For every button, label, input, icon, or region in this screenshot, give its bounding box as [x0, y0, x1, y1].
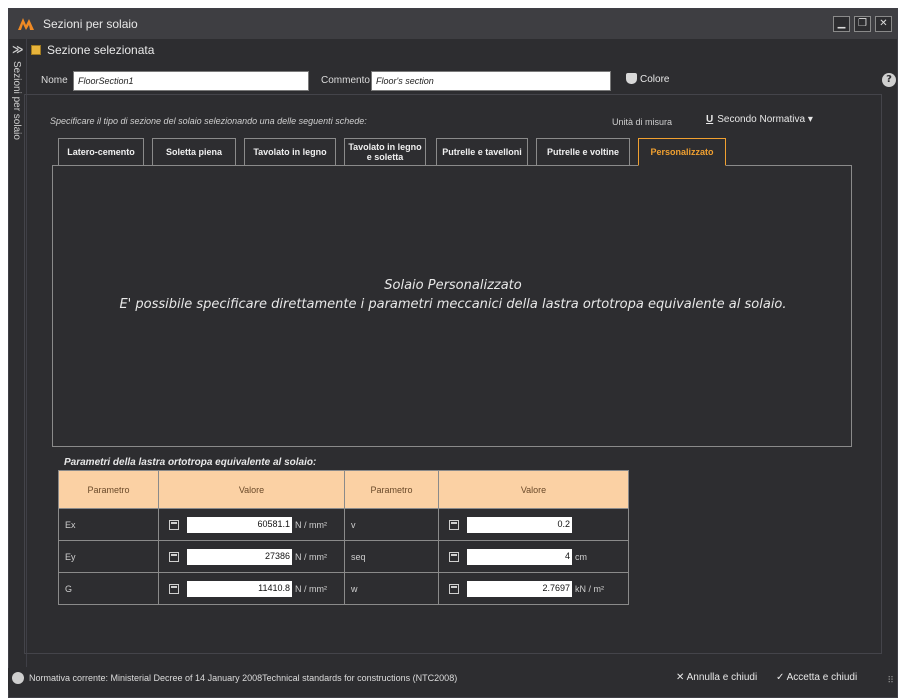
chevron-down-icon: ▾	[807, 114, 813, 125]
section-title: Sezione selezionata	[47, 43, 155, 57]
comment-input[interactable]: Floor's section	[371, 71, 611, 91]
tab-soletta-piena[interactable]: Soletta piena	[152, 138, 236, 166]
unit-label: cm	[575, 551, 587, 562]
value-input[interactable]: 27386	[187, 548, 292, 565]
param-name: Ex	[58, 508, 159, 541]
param-header: Parametro	[344, 470, 439, 509]
calculator-icon[interactable]	[449, 519, 459, 530]
param-name: v	[344, 508, 439, 541]
unit-label: N / mm²	[295, 583, 327, 594]
calculator-icon[interactable]	[449, 583, 459, 594]
status-regulation-text: Normativa corrente: Ministerial Decree o…	[29, 673, 458, 683]
custom-floor-description: E' possibile specificare direttamente i …	[119, 297, 787, 312]
window-title: Sezioni per solaio	[43, 17, 138, 31]
units-dropdown[interactable]: U Secondo Normativa ▾	[706, 114, 813, 125]
name-input[interactable]: FloorSection1	[73, 71, 309, 91]
resize-grip-icon[interactable]: ⠿	[887, 676, 894, 686]
tab-tavolato-legno[interactable]: Tavolato in legno	[244, 138, 336, 166]
table-row: Ey 27386 N / mm² seq 4 cm	[58, 540, 629, 573]
value-input[interactable]: 2.7697	[467, 580, 572, 597]
name-label: Nome	[41, 75, 68, 86]
value-cell: 2.7697 kN / m²	[438, 572, 629, 605]
help-icon[interactable]: ?	[882, 73, 896, 87]
units-label: Unità di misura	[612, 117, 673, 127]
unit-label: kN / m²	[575, 583, 604, 594]
value-cell: 0.2	[438, 508, 629, 541]
value-input[interactable]: 4	[467, 548, 572, 565]
param-name: Ey	[58, 540, 159, 573]
tab-putrelle-voltine[interactable]: Putrelle e voltine	[536, 138, 630, 166]
tab-personalizzato[interactable]: Personalizzato	[638, 138, 726, 166]
regulation-icon	[12, 672, 24, 684]
value-cell: 60581.1 N / mm²	[158, 508, 345, 541]
app-logo-icon	[18, 18, 34, 30]
units-icon: U	[706, 114, 714, 125]
tab-latero-cemento[interactable]: Latero-cemento	[58, 138, 144, 166]
accept-close-button[interactable]: ✓ Accetta e chiudi	[776, 672, 857, 683]
calculator-icon[interactable]	[169, 519, 179, 530]
status-bar: Normativa corrente: Ministerial Decree o…	[8, 668, 896, 690]
param-name: seq	[344, 540, 439, 573]
color-label: Colore	[640, 74, 670, 85]
value-header: Valore	[438, 470, 629, 509]
color-button[interactable]: Colore	[626, 73, 669, 85]
unit-label: N / mm²	[295, 551, 327, 562]
param-name: G	[58, 572, 159, 605]
param-name: w	[344, 572, 439, 605]
tab-tavolato-legno-soletta[interactable]: Tavolato in legno e soletta	[344, 138, 426, 166]
cancel-close-button[interactable]: ✕ Annulla e chiudi	[676, 672, 757, 683]
unit-label: N / mm²	[295, 519, 327, 530]
instructions-text: Specificare il tipo di sezione del solai…	[50, 116, 367, 126]
value-input[interactable]: 11410.8	[187, 580, 292, 597]
section-icon	[31, 45, 41, 55]
value-cell: 27386 N / mm²	[158, 540, 345, 573]
close-button[interactable]: ✕	[875, 16, 892, 32]
value-cell: 4 cm	[438, 540, 629, 573]
params-table: Parametro Valore Parametro Valore Ex 605…	[58, 470, 629, 605]
calculator-icon[interactable]	[449, 551, 459, 562]
minimize-button[interactable]: ▁	[833, 16, 850, 32]
value-header: Valore	[158, 470, 345, 509]
comment-label: Commento	[321, 75, 370, 86]
custom-floor-title: Solaio Personalizzato	[384, 278, 522, 293]
params-header-row: Parametro Valore Parametro Valore	[58, 470, 629, 509]
title-bar: Sezioni per solaio ▁ ❐ ✕	[9, 9, 897, 39]
value-input[interactable]: 0.2	[467, 516, 572, 533]
units-value: Secondo Normativa	[717, 114, 806, 125]
table-row: G 11410.8 N / mm² w 2.7697 kN / m²	[58, 572, 629, 605]
sidebar-label[interactable]: Sezioni per solaio	[11, 61, 22, 140]
calculator-icon[interactable]	[169, 583, 179, 594]
tab-content-personalizzato: Solaio Personalizzato E' possibile speci…	[52, 165, 852, 447]
restore-button[interactable]: ❐	[854, 16, 871, 32]
calculator-icon[interactable]	[169, 551, 179, 562]
value-input[interactable]: 60581.1	[187, 516, 292, 533]
table-row: Ex 60581.1 N / mm² v 0.2	[58, 508, 629, 541]
value-cell: 11410.8 N / mm²	[158, 572, 345, 605]
param-header: Parametro	[58, 470, 159, 509]
tab-putrelle-tavelloni[interactable]: Putrelle e tavelloni	[436, 138, 528, 166]
paint-bucket-icon	[626, 73, 637, 84]
expand-chevron-icon[interactable]: ≫	[12, 43, 24, 56]
params-title: Parametri della lastra ortotropa equival…	[64, 457, 317, 468]
